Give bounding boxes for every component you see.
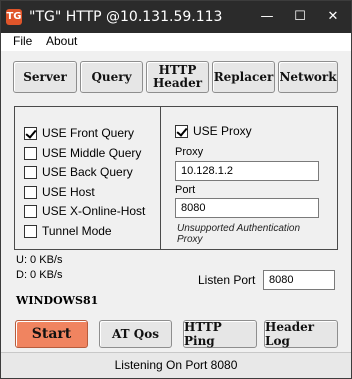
use-host-label: USE Host	[42, 185, 95, 199]
host-name: WINDOWS81	[16, 294, 99, 307]
proxy-auth-note-line2: Proxy	[177, 234, 203, 245]
use-middle-query-label: USE Middle Query	[42, 146, 142, 160]
maximize-button[interactable]: ☐	[289, 7, 311, 27]
port-label: Port	[175, 184, 196, 196]
use-x-online-host-label: USE X-Online-Host	[42, 204, 146, 218]
checkbox-icon	[24, 204, 37, 218]
proxy-auth-note-line1: Unsupported Authentication	[177, 223, 301, 234]
use-x-online-host-checkbox[interactable]: USE X-Online-Host	[24, 204, 145, 218]
status-bar: Listening On Port 8080	[1, 352, 351, 378]
window-title: "TG" HTTP @10.131.59.113	[29, 9, 223, 25]
checkbox-icon	[24, 165, 37, 179]
replacer-button[interactable]: Replacer	[212, 61, 275, 93]
start-button[interactable]: Start	[15, 320, 88, 348]
minimize-button[interactable]: —	[256, 7, 278, 27]
panel-divider	[160, 107, 161, 249]
menu-file[interactable]: File	[13, 34, 32, 48]
http-ping-button[interactable]: HTTP Ping	[183, 320, 257, 348]
use-proxy-label: USE Proxy	[193, 124, 252, 138]
use-middle-query-checkbox[interactable]: USE Middle Query	[24, 146, 141, 160]
use-front-query-label: USE Front Query	[42, 126, 135, 140]
checkbox-icon	[24, 224, 37, 238]
use-back-query-checkbox[interactable]: USE Back Query	[24, 165, 133, 179]
http-header-label-line2: Header	[152, 76, 203, 90]
options-panel: USE Front Query USE Middle Query USE Bac…	[14, 106, 338, 250]
checkbox-checked-icon	[24, 126, 37, 140]
use-host-checkbox[interactable]: USE Host	[24, 185, 95, 199]
menu-about[interactable]: About	[46, 34, 77, 48]
server-button[interactable]: Server	[13, 61, 77, 93]
listen-port-label: Listen Port	[198, 273, 256, 287]
query-button[interactable]: Query	[80, 61, 143, 93]
proxy-port-input[interactable]: 8080	[175, 198, 319, 218]
at-qos-button[interactable]: AT Qos	[99, 320, 172, 348]
close-button[interactable]: ✕	[322, 7, 344, 27]
header-log-button[interactable]: Header Log	[264, 320, 338, 348]
proxy-label: Proxy	[175, 146, 204, 158]
app-icon: TG	[6, 9, 22, 25]
use-front-query-checkbox[interactable]: USE Front Query	[24, 126, 134, 140]
tunnel-mode-checkbox[interactable]: Tunnel Mode	[24, 224, 112, 238]
checkbox-icon	[24, 146, 37, 160]
checkbox-checked-icon	[175, 124, 188, 138]
listen-port-input[interactable]: 8080	[263, 270, 335, 290]
menu-bar: File About	[1, 33, 351, 51]
app-window: TG "TG" HTTP @10.131.59.113 — ☐ ✕ File A…	[0, 0, 352, 379]
title-bar[interactable]: TG "TG" HTTP @10.131.59.113 — ☐ ✕	[1, 1, 351, 33]
http-header-button[interactable]: HTTP Header	[146, 61, 209, 93]
use-back-query-label: USE Back Query	[42, 165, 133, 179]
proxy-address-input[interactable]: 10.128.1.2	[175, 161, 319, 181]
use-proxy-checkbox[interactable]: USE Proxy	[175, 124, 252, 138]
network-button[interactable]: Network	[278, 61, 338, 93]
upload-speed: U: 0 KB/s	[16, 254, 63, 266]
checkbox-icon	[24, 185, 37, 199]
tunnel-mode-label: Tunnel Mode	[42, 224, 112, 238]
download-speed: D: 0 KB/s	[16, 269, 63, 281]
